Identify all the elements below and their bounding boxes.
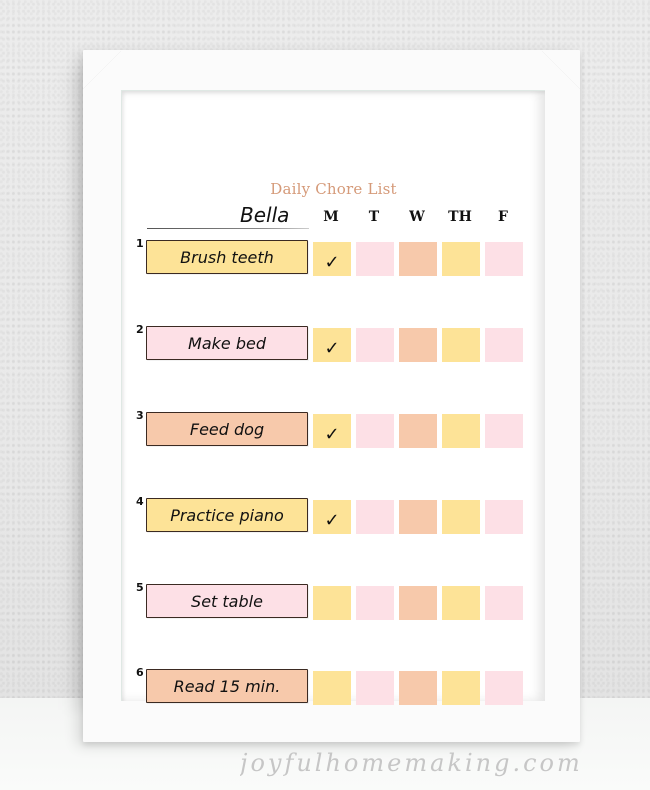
chore-row: 1 Brush teeth ✓ xyxy=(122,237,545,280)
checkbox-cell-t[interactable] xyxy=(356,328,394,362)
checkbox-cell-m[interactable]: ✓ xyxy=(313,414,351,448)
chart-title: Daily Chore List xyxy=(270,180,397,198)
day-header-monday: M xyxy=(323,209,339,225)
checkbox-cell-m[interactable]: ✓ xyxy=(313,500,351,534)
checkbox-cell-w[interactable] xyxy=(399,586,437,620)
checkmark-icon: ✓ xyxy=(324,251,340,273)
chore-number: 6 xyxy=(136,666,144,679)
chore-row: 5 Set table xyxy=(122,581,545,624)
chore-number: 5 xyxy=(136,581,144,594)
chore-label: Set table xyxy=(146,584,308,618)
chore-row: 3 Feed dog ✓ xyxy=(122,409,545,452)
checkbox-cell-f[interactable] xyxy=(485,414,523,448)
checkbox-cell-f[interactable] xyxy=(485,586,523,620)
checkbox-cell-w[interactable] xyxy=(399,414,437,448)
chore-chart-poster: Daily Chore List Bella M T W TH F 1 Brush… xyxy=(121,90,545,705)
checkbox-cell-f[interactable] xyxy=(485,671,523,705)
checkbox-cell-m[interactable] xyxy=(313,671,351,705)
chore-label: Brush teeth xyxy=(146,240,308,274)
name-underline xyxy=(147,228,309,229)
watermark-text: joyfulhomemaking.com xyxy=(240,749,583,777)
checkbox-cell-f[interactable] xyxy=(485,242,523,276)
checkbox-cell-t[interactable] xyxy=(356,500,394,534)
chore-label: Practice piano xyxy=(146,498,308,532)
checkbox-cell-t[interactable] xyxy=(356,671,394,705)
checkmark-icon: ✓ xyxy=(324,337,340,359)
checkbox-cell-th[interactable] xyxy=(442,328,480,362)
chore-label: Make bed xyxy=(146,326,308,360)
checkbox-cell-w[interactable] xyxy=(399,671,437,705)
checkbox-cell-th[interactable] xyxy=(442,500,480,534)
checkbox-cell-th[interactable] xyxy=(442,242,480,276)
chore-row: 6 Read 15 min. xyxy=(122,666,545,709)
checkbox-cell-t[interactable] xyxy=(356,414,394,448)
checkbox-cell-w[interactable] xyxy=(399,328,437,362)
checkbox-cell-w[interactable] xyxy=(399,500,437,534)
checkbox-cell-th[interactable] xyxy=(442,586,480,620)
chore-number: 4 xyxy=(136,495,144,508)
day-header-friday: F xyxy=(498,209,508,225)
checkbox-cell-m[interactable] xyxy=(313,586,351,620)
checkbox-cell-m[interactable]: ✓ xyxy=(313,328,351,362)
checkbox-cell-th[interactable] xyxy=(442,414,480,448)
watermark: joyfulhomemaking.com xyxy=(240,749,583,777)
checkbox-cell-f[interactable] xyxy=(485,328,523,362)
chore-label: Read 15 min. xyxy=(146,669,308,703)
chore-number: 3 xyxy=(136,409,144,422)
checkbox-cell-m[interactable]: ✓ xyxy=(313,242,351,276)
day-header-thursday: TH xyxy=(448,209,472,225)
checkbox-cell-t[interactable] xyxy=(356,586,394,620)
chore-number: 2 xyxy=(136,323,144,336)
day-header-tuesday: T xyxy=(368,209,380,225)
day-header-wednesday: W xyxy=(409,209,425,225)
checkbox-cell-t[interactable] xyxy=(356,242,394,276)
checkmark-icon: ✓ xyxy=(324,509,340,531)
chore-row: 2 Make bed ✓ xyxy=(122,323,545,366)
checkbox-cell-th[interactable] xyxy=(442,671,480,705)
chore-label: Feed dog xyxy=(146,412,308,446)
checkbox-cell-w[interactable] xyxy=(399,242,437,276)
checkmark-icon: ✓ xyxy=(324,423,340,445)
picture-frame: Daily Chore List Bella M T W TH F 1 Brush… xyxy=(83,50,580,742)
chore-number: 1 xyxy=(136,237,144,250)
child-name: Bella xyxy=(240,203,290,227)
chore-row: 4 Practice piano ✓ xyxy=(122,495,545,538)
checkbox-cell-f[interactable] xyxy=(485,500,523,534)
